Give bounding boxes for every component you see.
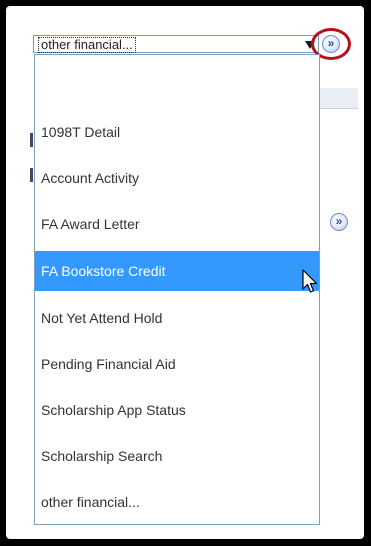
financial-select[interactable]: other financial... — [33, 35, 319, 53]
list-item-fa-award-letter[interactable]: FA Award Letter — [35, 204, 319, 244]
list-item-scholarship-search[interactable]: Scholarship Search — [35, 436, 319, 476]
dropdown-options-list[interactable]: 1098T Detail Account Activity FA Award L… — [34, 54, 320, 525]
background-marker — [30, 133, 33, 147]
double-chevron-right-icon: » — [335, 214, 343, 228]
list-item-not-yet-attend-hold[interactable]: Not Yet Attend Hold — [35, 298, 319, 338]
go-button-secondary[interactable]: » — [330, 213, 348, 231]
background-marker — [30, 168, 33, 182]
screenshot-frame: other financial... » » 1098T Detail Acco… — [6, 6, 364, 539]
list-item-account-activity[interactable]: Account Activity — [35, 158, 319, 198]
mouse-pointer-icon — [302, 269, 318, 293]
select-value: other financial... — [38, 37, 136, 53]
list-item-fa-bookstore-credit[interactable]: FA Bookstore Credit — [35, 251, 319, 291]
list-item-pending-financial-aid[interactable]: Pending Financial Aid — [35, 344, 319, 384]
list-item-other-financial[interactable]: other financial... — [35, 482, 319, 522]
list-item-blank[interactable] — [35, 66, 319, 106]
list-item-scholarship-app-status[interactable]: Scholarship App Status — [35, 390, 319, 430]
list-item-1098t-detail[interactable]: 1098T Detail — [35, 112, 319, 152]
